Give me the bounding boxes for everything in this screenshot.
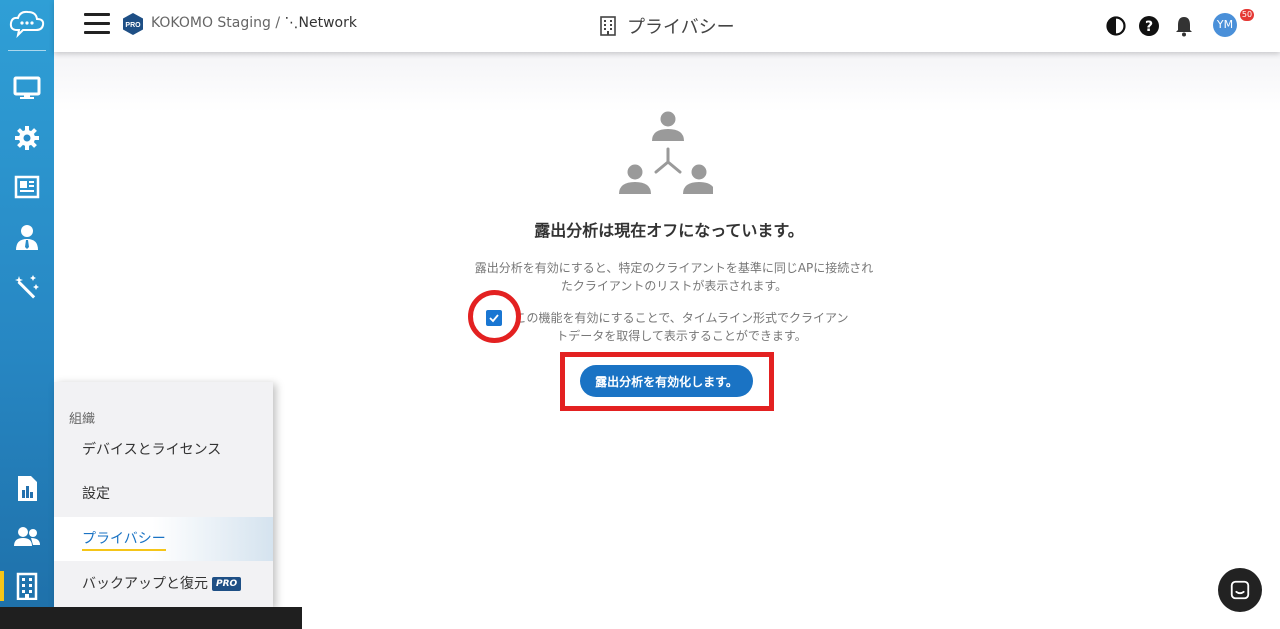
network-people-icon bbox=[619, 111, 713, 194]
breadcrumb: KOKOMO Staging / ⋱Network bbox=[151, 15, 357, 31]
pro-badge: PRO bbox=[212, 577, 242, 591]
submenu-group-label: 組織 bbox=[69, 412, 96, 427]
help-question-icon[interactable]: ? bbox=[1138, 15, 1160, 37]
submenu-item-settings[interactable]: 設定 bbox=[54, 472, 273, 516]
breadcrumb-network-label: Network bbox=[298, 15, 357, 31]
person-tie-icon[interactable] bbox=[11, 221, 43, 253]
breadcrumb-network[interactable]: ⋱Network bbox=[285, 15, 357, 31]
newspaper-icon[interactable] bbox=[11, 171, 43, 203]
chat-support-button[interactable] bbox=[1218, 568, 1262, 612]
top-header: PRO KOKOMO Staging / ⋱Network プライバシー ? 5… bbox=[54, 0, 1280, 52]
page-title-text: プライバシー bbox=[627, 17, 735, 38]
bell-notification-icon[interactable] bbox=[1173, 15, 1195, 37]
page-title: プライバシー bbox=[599, 13, 735, 39]
submenu-item-label: 設定 bbox=[82, 486, 110, 502]
breadcrumb-org[interactable]: KOKOMO Staging / bbox=[151, 15, 280, 31]
bottom-dark-bar bbox=[0, 607, 302, 629]
notification-count-badge: 50 bbox=[1240, 9, 1254, 21]
feature-description: 露出分析を有効にすると、特定のクライアントを基準に同じAPに接続されたクライアン… bbox=[474, 261, 874, 293]
building-icon[interactable] bbox=[11, 570, 43, 602]
submenu-item-label: バックアップと復元 bbox=[82, 576, 208, 592]
submenu-item-privacy[interactable]: プライバシー bbox=[54, 517, 273, 561]
organization-submenu: 組織 デバイスとライセンス 設定 プライバシー バックアップと復元 PRO bbox=[54, 382, 273, 607]
status-heading: 露出分析は現在オフになっています。 bbox=[534, 221, 804, 240]
magic-wand-icon[interactable] bbox=[11, 271, 43, 303]
submenu-item-label: デバイスとライセンス bbox=[82, 442, 222, 458]
rail-divider bbox=[8, 50, 46, 51]
contrast-theme-icon[interactable] bbox=[1105, 15, 1127, 37]
submenu-item-devices-licenses[interactable]: デバイスとライセンス bbox=[54, 428, 273, 472]
rail-active-indicator bbox=[0, 571, 4, 601]
feature-description-2: この機能を有効にすることで、タイムライン形式でクライアントデータを取得して表示す… bbox=[514, 311, 849, 343]
enable-exposure-analysis-button[interactable]: 露出分析を有効化します。 bbox=[580, 365, 753, 397]
svg-text:?: ? bbox=[1145, 19, 1153, 35]
user-avatar[interactable]: YM bbox=[1213, 13, 1237, 37]
hamburger-menu-icon[interactable] bbox=[84, 13, 110, 35]
submenu-item-label: プライバシー bbox=[82, 531, 166, 551]
cloud-chat-logo-icon[interactable] bbox=[8, 8, 46, 38]
network-icon: ⋱ bbox=[284, 15, 299, 31]
building-icon bbox=[600, 16, 616, 36]
report-chart-icon[interactable] bbox=[11, 472, 43, 504]
users-icon[interactable] bbox=[11, 521, 43, 553]
chat-bubble-icon bbox=[1230, 580, 1250, 600]
monitor-icon[interactable] bbox=[11, 72, 43, 104]
submenu-item-backup-restore[interactable]: バックアップと復元 PRO bbox=[54, 562, 273, 606]
pro-hexagon-icon: PRO bbox=[123, 13, 143, 35]
annotation-highlight-circle bbox=[468, 290, 521, 343]
left-rail bbox=[0, 0, 54, 629]
gear-icon[interactable] bbox=[11, 122, 43, 154]
pro-hexagon-label: PRO bbox=[125, 22, 141, 29]
header-shadow-fade bbox=[54, 52, 1280, 112]
